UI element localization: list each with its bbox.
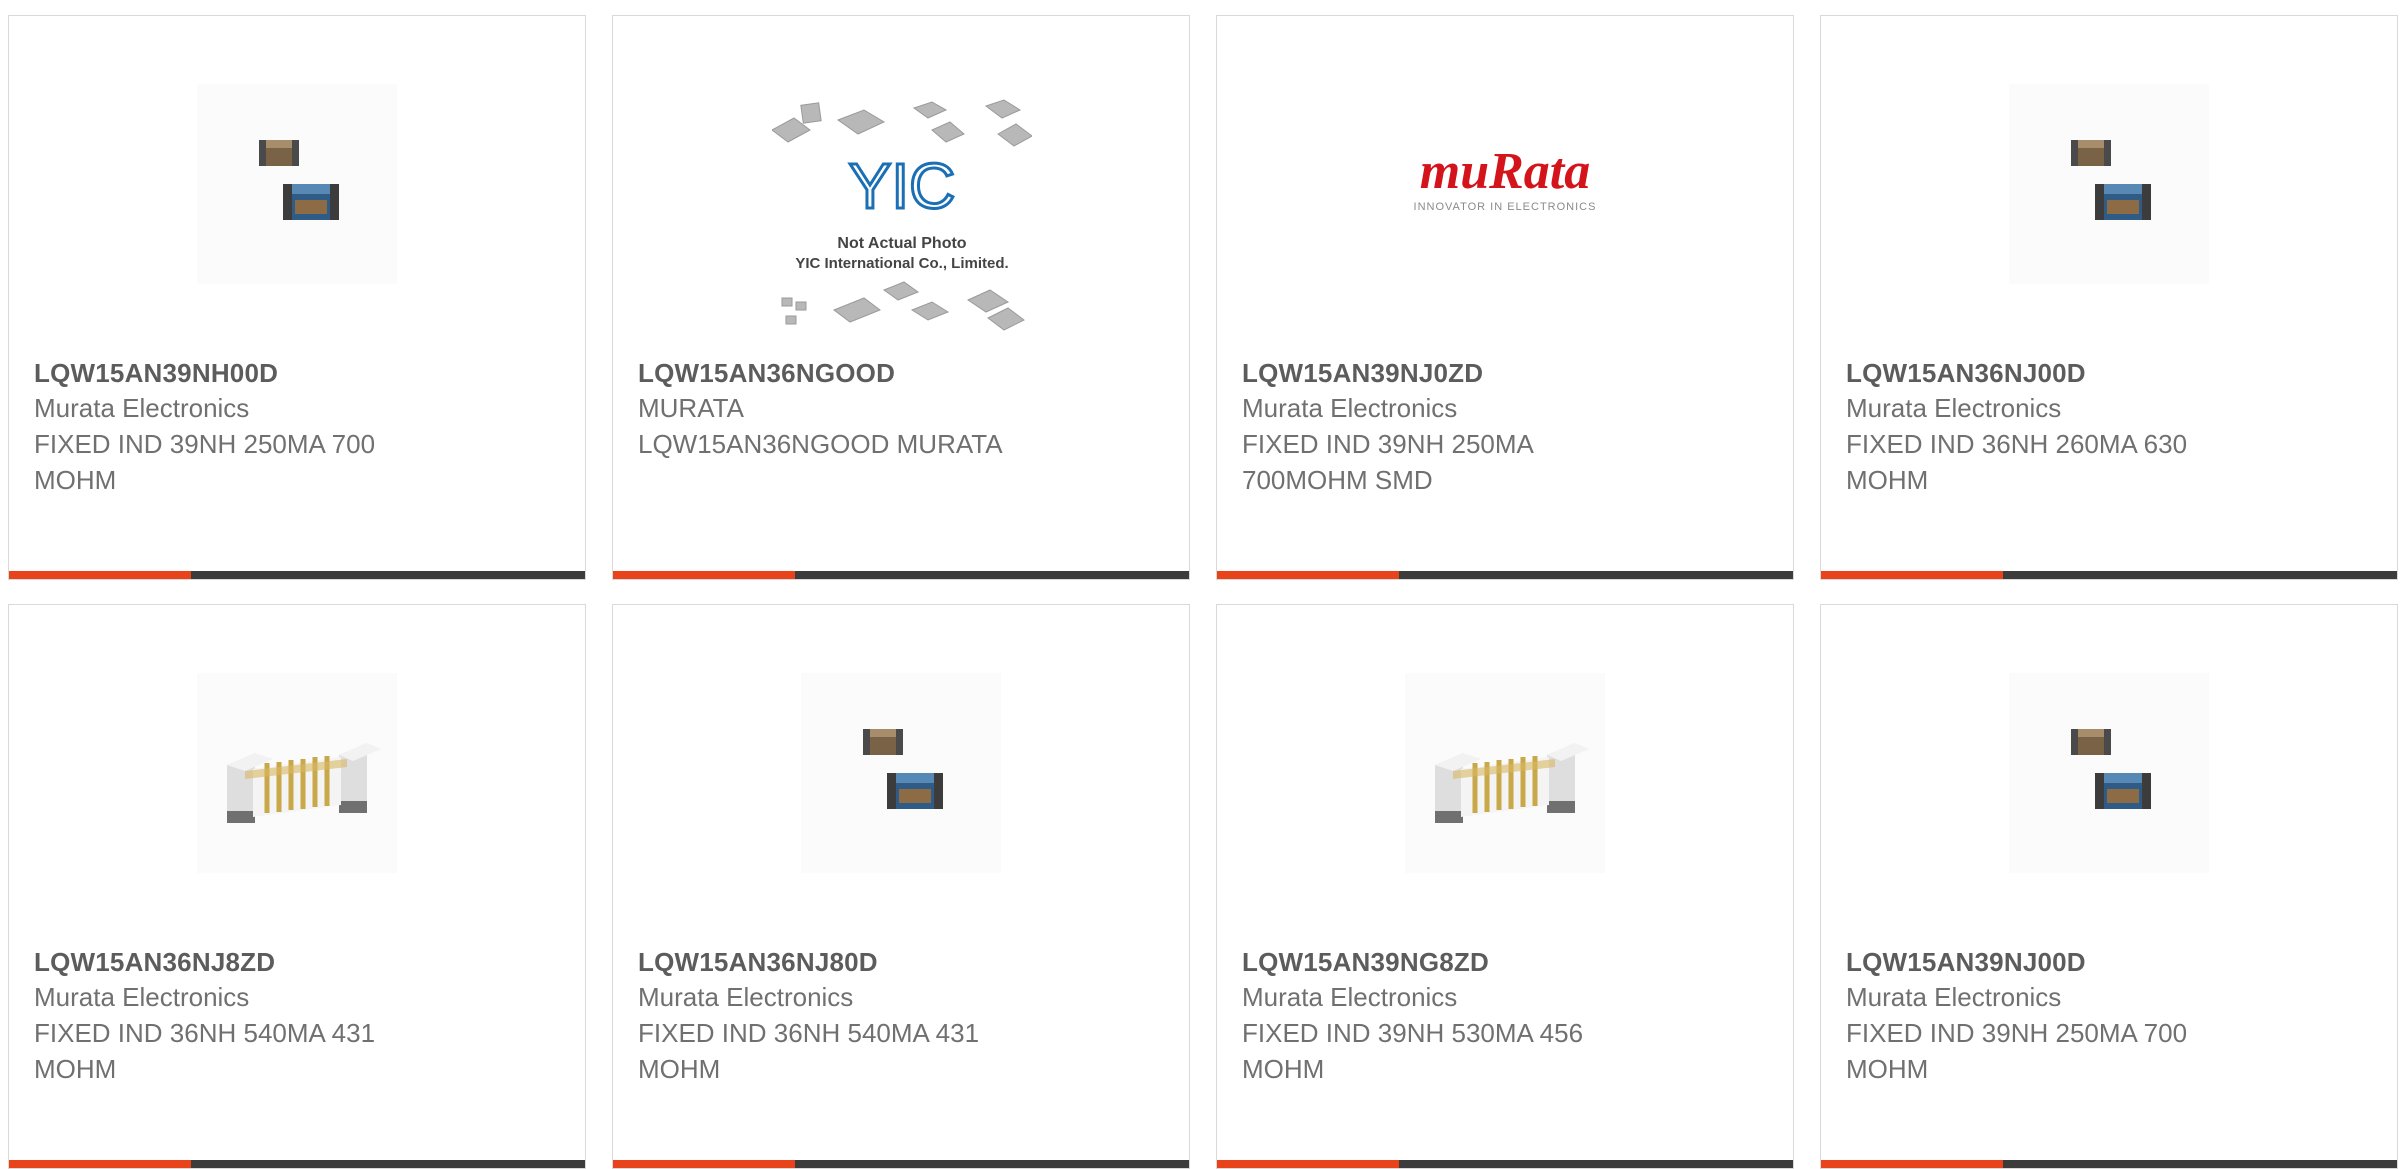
product-info: LQW15AN39NJ0ZD Murata Electronics FIXED …: [1242, 356, 1742, 498]
card-accent-bar: [1217, 571, 1793, 579]
card-accent-bar: [9, 571, 585, 579]
product-info: LQW15AN36NJ80D Murata Electronics FIXED …: [638, 945, 1138, 1087]
manufacturer: Murata Electronics: [1242, 982, 1458, 1012]
product-card[interactable]: LQW15AN39NH00D Murata Electronics FIXED …: [8, 15, 586, 580]
wirewound-inductor-icon: [1405, 673, 1605, 873]
manufacturer: Murata Electronics: [34, 393, 250, 423]
murata-tagline: INNOVATOR IN ELECTRONICS: [1414, 201, 1597, 213]
description: FIXED IND 39NH 250MA 700 MOHM: [34, 429, 376, 495]
description: FIXED IND 36NH 260MA 630 MOHM: [1846, 429, 2188, 495]
murata-logo: muRata INNOVATOR IN ELECTRONICS: [1395, 84, 1615, 284]
product-info: LQW15AN39NG8ZD Murata Electronics FIXED …: [1242, 945, 1742, 1087]
part-number[interactable]: LQW15AN39NJ0ZD: [1242, 356, 1742, 390]
manufacturer: Murata Electronics: [638, 982, 854, 1012]
product-card[interactable]: muRata INNOVATOR IN ELECTRONICS LQW15AN3…: [1216, 15, 1794, 580]
manufacturer: Murata Electronics: [1846, 982, 2062, 1012]
manufacturer: Murata Electronics: [1242, 393, 1458, 423]
part-number[interactable]: LQW15AN39NG8ZD: [1242, 945, 1742, 979]
chip-pair-icon: [197, 84, 397, 284]
product-info: LQW15AN36NGOOD MURATA LQW15AN36NGOOD MUR…: [638, 356, 1138, 462]
part-number[interactable]: LQW15AN39NJ00D: [1846, 945, 2346, 979]
product-info: LQW15AN39NH00D Murata Electronics FIXED …: [34, 356, 534, 498]
description: FIXED IND 36NH 540MA 431 MOHM: [638, 1018, 980, 1084]
chip-pair-icon: [2009, 84, 2209, 284]
image-caption: YIC International Co., Limited.: [795, 255, 1008, 272]
murata-logo-text: muRata: [1420, 143, 1591, 200]
not-actual-photo-placeholder: YIC Not Actual Photo YIC International C…: [772, 96, 1032, 346]
manufacturer: Murata Electronics: [34, 982, 250, 1012]
description: FIXED IND 39NH 250MA 700 MOHM: [1846, 1018, 2188, 1084]
product-card[interactable]: LQW15AN36NJ00D Murata Electronics FIXED …: [1820, 15, 2398, 580]
description: LQW15AN36NGOOD MURATA: [638, 429, 1003, 459]
part-number[interactable]: LQW15AN36NJ00D: [1846, 356, 2346, 390]
part-number[interactable]: LQW15AN39NH00D: [34, 356, 534, 390]
description: FIXED IND 36NH 540MA 431 MOHM: [34, 1018, 376, 1084]
yic-logo: YIC: [849, 150, 956, 222]
product-info: LQW15AN36NJ8ZD Murata Electronics FIXED …: [34, 945, 534, 1087]
product-info: LQW15AN39NJ00D Murata Electronics FIXED …: [1846, 945, 2346, 1087]
part-number[interactable]: LQW15AN36NGOOD: [638, 356, 1138, 390]
chip-pair-icon: [2009, 673, 2209, 873]
product-card[interactable]: LQW15AN36NJ8ZD Murata Electronics FIXED …: [8, 604, 586, 1169]
description: FIXED IND 39NH 530MA 456 MOHM: [1242, 1018, 1584, 1084]
part-number[interactable]: LQW15AN36NJ80D: [638, 945, 1138, 979]
image-caption: Not Actual Photo: [837, 235, 966, 252]
manufacturer: Murata Electronics: [1846, 393, 2062, 423]
chip-pair-icon: [801, 673, 1001, 873]
product-card[interactable]: LQW15AN39NG8ZD Murata Electronics FIXED …: [1216, 604, 1794, 1169]
manufacturer: MURATA: [638, 393, 744, 423]
part-number[interactable]: LQW15AN36NJ8ZD: [34, 945, 534, 979]
wirewound-inductor-icon: [197, 673, 397, 873]
product-card[interactable]: LQW15AN39NJ00D Murata Electronics FIXED …: [1820, 604, 2398, 1169]
product-card[interactable]: YIC Not Actual Photo YIC International C…: [612, 15, 1190, 580]
card-accent-bar: [1821, 571, 2397, 579]
product-grid: LQW15AN39NH00D Murata Electronics FIXED …: [8, 15, 2400, 1169]
card-accent-bar: [613, 571, 1189, 579]
product-card[interactable]: LQW15AN36NJ80D Murata Electronics FIXED …: [612, 604, 1190, 1169]
description: FIXED IND 39NH 250MA 700MOHM SMD: [1242, 429, 1533, 495]
product-info: LQW15AN36NJ00D Murata Electronics FIXED …: [1846, 356, 2346, 498]
